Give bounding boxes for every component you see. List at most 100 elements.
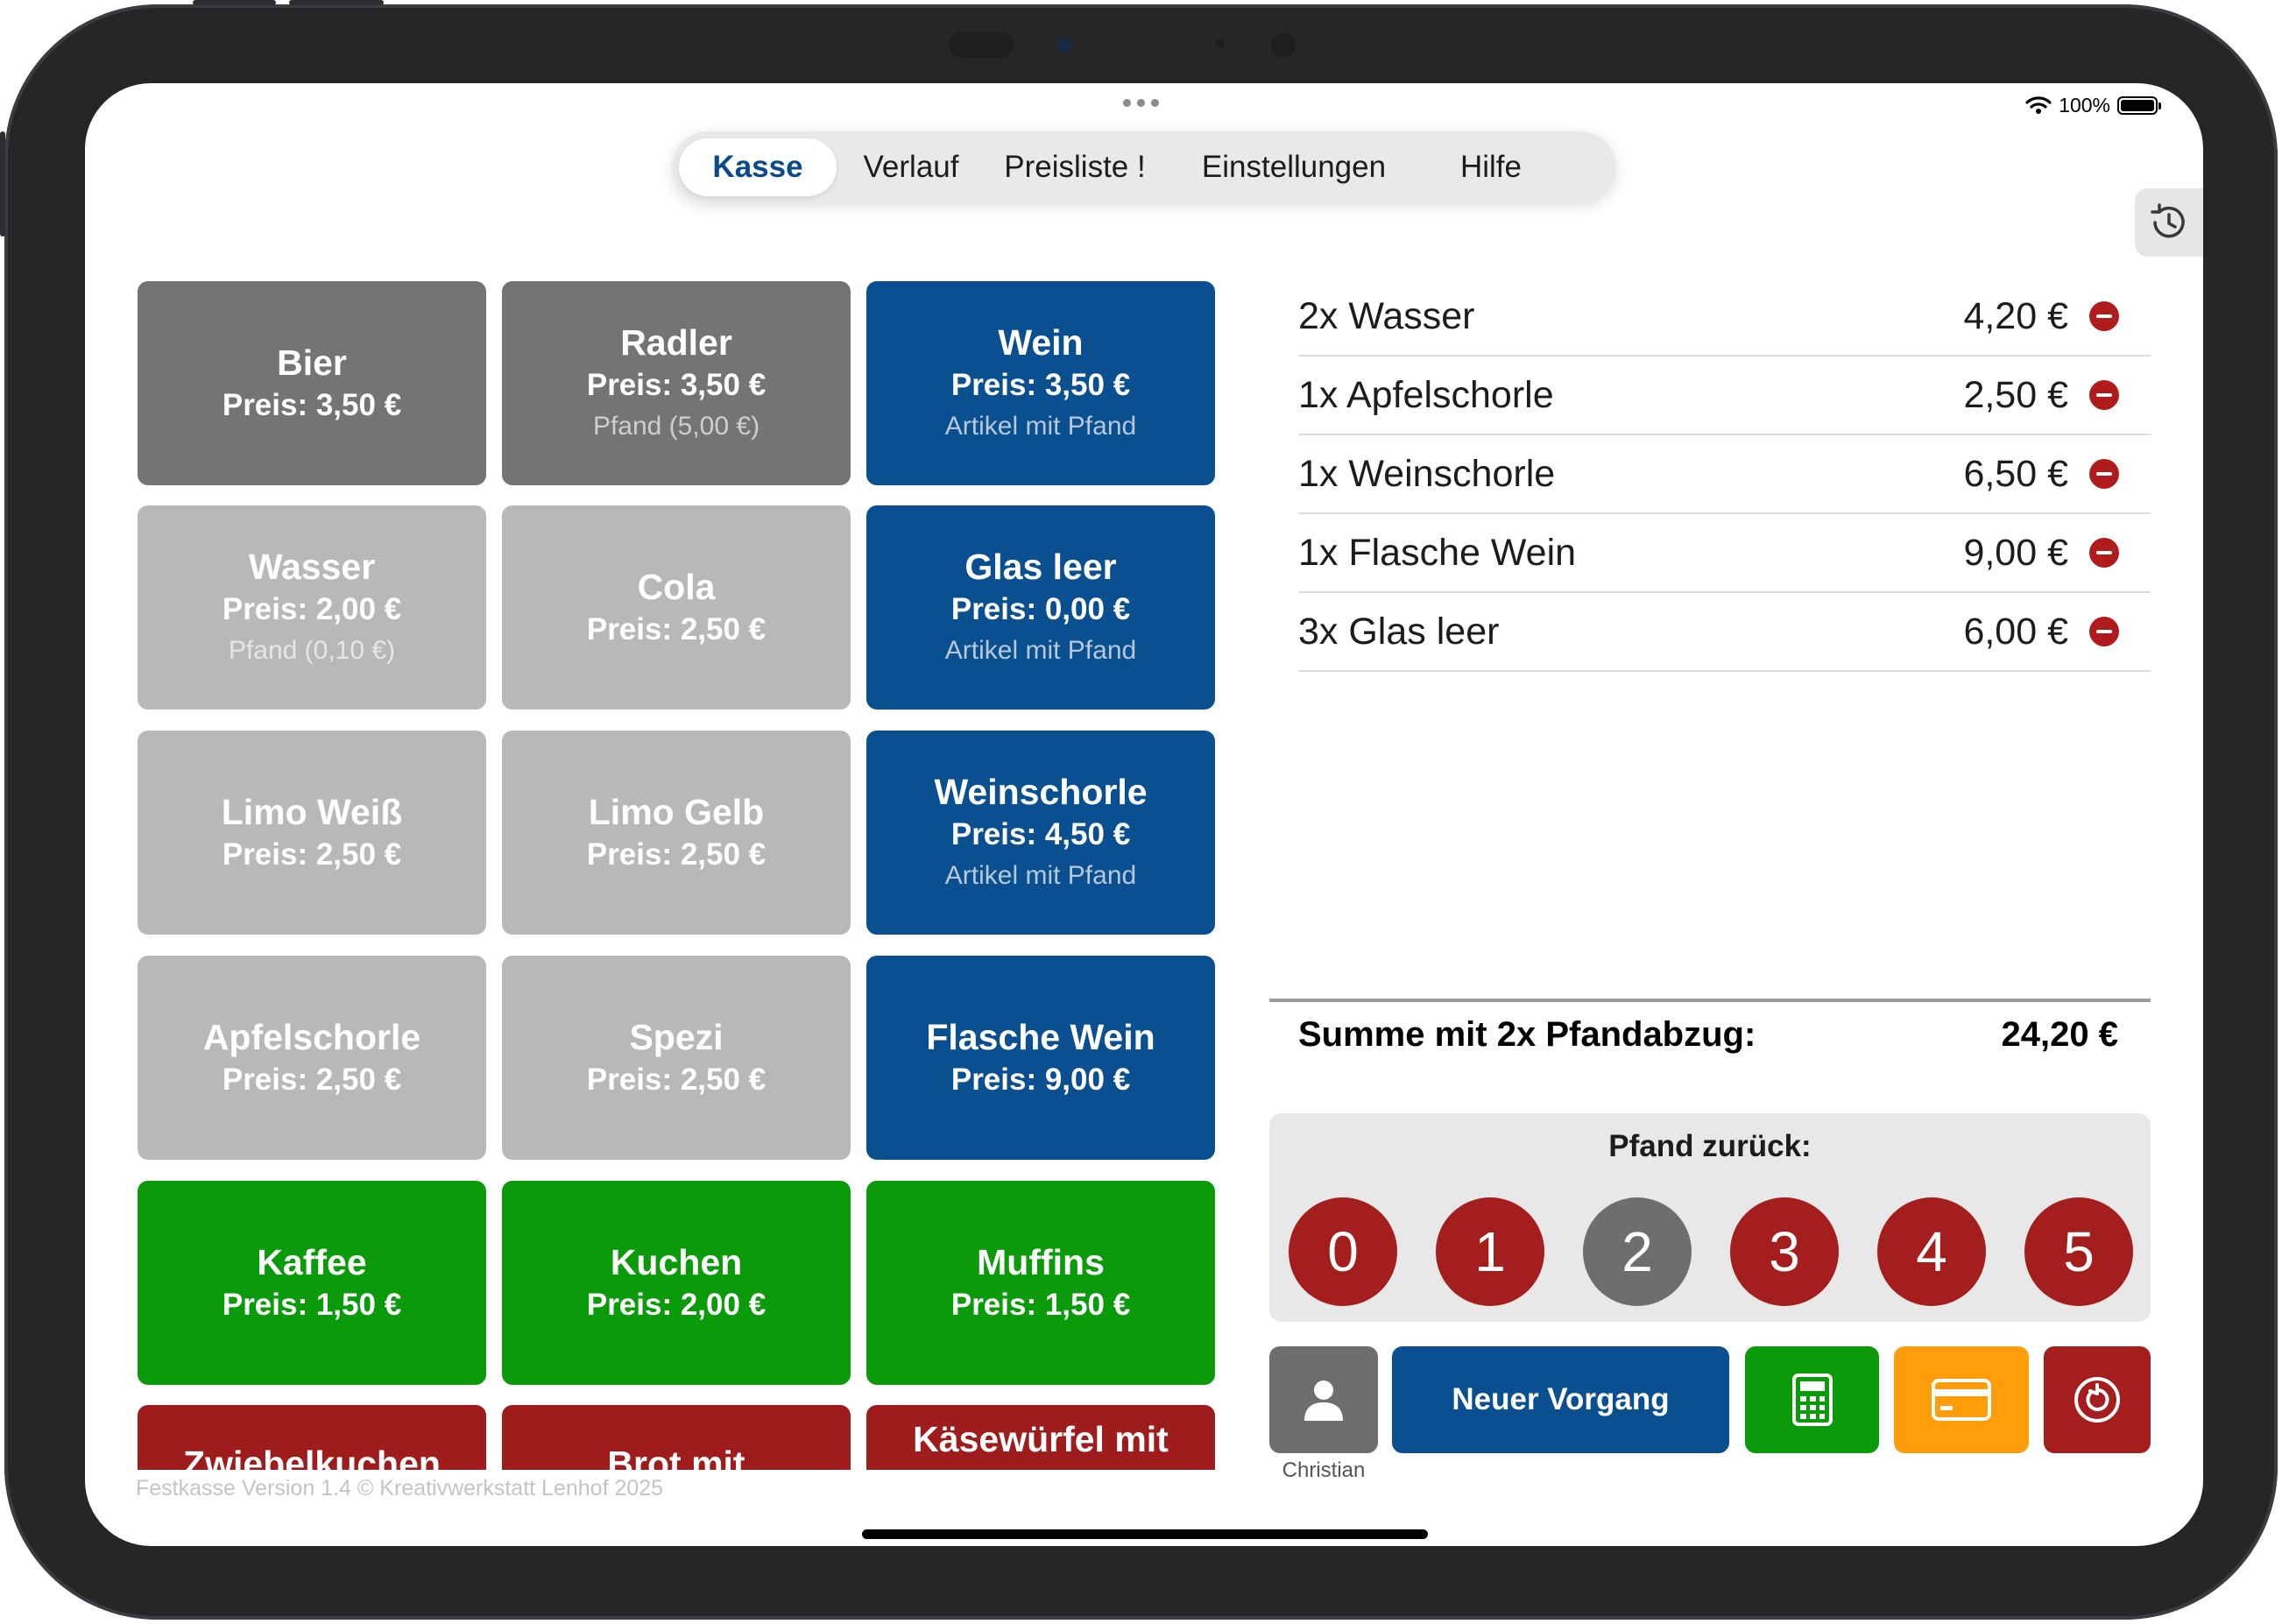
product-price: Preis: 2,50 € (586, 611, 767, 646)
remove-icon[interactable] (2089, 459, 2119, 489)
order-item-price: 6,50 € (1963, 453, 2068, 495)
status-bar: 100% (2025, 92, 2161, 118)
product-tile-brot-mit[interactable]: Brot mit (502, 1405, 851, 1470)
product-price: Preis: 1,50 € (222, 1287, 402, 1322)
product-name: Kuchen (610, 1241, 743, 1282)
deposit-return-panel: Pfand zurück: 0 1 2 3 4 5 (1269, 1113, 2151, 1322)
battery-icon (2117, 95, 2161, 115)
product-tile-kuchen[interactable]: Kuchen Preis: 2,00 € (502, 1181, 851, 1385)
product-grid: Bier Preis: 3,50 € Radler Preis: 3,50 € … (85, 83, 1311, 1470)
credit-card-icon (1932, 1379, 1991, 1421)
product-name: Wasser (248, 546, 376, 587)
product-price: Preis: 2,00 € (586, 1287, 767, 1322)
reset-arrow-icon (2074, 1377, 2120, 1423)
summary-label: Summe mit 2x Pfandabzug: (1298, 1015, 1756, 1054)
product-tile-limo-gelb[interactable]: Limo Gelb Preis: 2,50 € (502, 731, 851, 935)
product-name: Apfelschorle (202, 1016, 421, 1057)
product-tile-cola[interactable]: Cola Preis: 2,50 € (502, 505, 851, 710)
product-tile-wein[interactable]: Wein Preis: 3,50 € Artikel mit Pfand (866, 281, 1215, 485)
order-item-price: 2,50 € (1963, 374, 2068, 416)
product-name: Wein (998, 321, 1084, 363)
history-button[interactable] (2135, 188, 2203, 257)
deposit-count-4-button[interactable]: 4 (1877, 1197, 1986, 1306)
home-indicator[interactable] (862, 1529, 1428, 1539)
product-tile-muffins[interactable]: Muffins Preis: 1,50 € (866, 1181, 1215, 1385)
history-clock-icon (2151, 203, 2185, 238)
new-transaction-button[interactable]: Neuer Vorgang (1392, 1346, 1729, 1453)
remove-icon[interactable] (2089, 301, 2119, 331)
product-price: Preis: 0,00 € (950, 591, 1131, 626)
product-name: Kaffee (257, 1241, 367, 1282)
volume-button (193, 0, 276, 5)
order-item-label: 2x Wasser (1298, 295, 1475, 337)
product-name: Glas leer (964, 546, 1117, 587)
camera-sensor (1271, 33, 1296, 58)
card-payment-button[interactable] (1894, 1346, 2029, 1453)
product-name: Bier (277, 342, 347, 383)
order-item-label: 1x Apfelschorle (1298, 374, 1554, 416)
deposit-count-2-button[interactable]: 2 (1583, 1197, 1692, 1306)
order-row: 2x Wasser 4,20 € (1298, 278, 2151, 357)
user-name-label: Christian (1282, 1458, 1366, 1482)
product-price: Preis: 3,50 € (950, 367, 1131, 402)
product-tile-radler[interactable]: Radler Preis: 3,50 € Pfand (5,00 €) (502, 281, 851, 485)
product-tile-wasser[interactable]: Wasser Preis: 2,00 € Pfand (0,10 €) (138, 505, 486, 710)
product-tile-kaffee[interactable]: Kaffee Preis: 1,50 € (138, 1181, 486, 1385)
product-name: Zwiebelkuchen (183, 1444, 441, 1470)
deposit-count-1-button[interactable]: 1 (1436, 1197, 1544, 1306)
remove-icon[interactable] (2089, 380, 2119, 410)
front-camera (1057, 39, 1071, 53)
remove-icon[interactable] (2089, 617, 2119, 646)
remove-icon[interactable] (2089, 538, 2119, 568)
product-tile-kaesewuerfel-mit[interactable]: Käsewürfel mit (866, 1405, 1215, 1470)
tab-hilfe[interactable]: Hilfe (1430, 138, 1552, 196)
product-name: Käsewürfel mit (913, 1419, 1169, 1459)
product-tile-glas-leer[interactable]: Glas leer Preis: 0,00 € Artikel mit Pfan… (866, 505, 1215, 710)
product-name: Limo Weiß (221, 791, 403, 832)
product-price: Preis: 3,50 € (222, 387, 402, 422)
summary-total: 24,20 € (2001, 1015, 2118, 1054)
camera-sensor (949, 32, 1014, 58)
user-button[interactable] (1269, 1346, 1378, 1453)
product-price: Preis: 2,50 € (586, 1062, 767, 1097)
product-tile-limo-weiss[interactable]: Limo Weiß Preis: 2,50 € (138, 731, 486, 935)
order-row: 1x Apfelschorle 2,50 € (1298, 357, 2151, 435)
product-deposit: Artikel mit Pfand (944, 635, 1137, 665)
product-price: Preis: 1,50 € (950, 1287, 1131, 1322)
deposit-count-0-button[interactable]: 0 (1289, 1197, 1397, 1306)
product-deposit: Artikel mit Pfand (944, 411, 1137, 441)
product-name: Radler (620, 321, 732, 363)
product-name: Flasche Wein (926, 1016, 1155, 1057)
product-name: Spezi (629, 1016, 724, 1057)
product-price: Preis: 3,50 € (586, 367, 767, 402)
order-row: 3x Glas leer 6,00 € (1298, 593, 2151, 672)
product-tile-weinschorle[interactable]: Weinschorle Preis: 4,50 € Artikel mit Pf… (866, 731, 1215, 935)
product-price: Preis: 2,50 € (222, 1062, 402, 1097)
product-name: Limo Gelb (588, 791, 765, 832)
product-price: Preis: 2,50 € (222, 837, 402, 872)
product-tile-zwiebelkuchen[interactable]: Zwiebelkuchen (138, 1405, 486, 1470)
order-item-label: 3x Glas leer (1298, 611, 1500, 653)
product-name: Cola (637, 566, 716, 607)
product-tile-spezi[interactable]: Spezi Preis: 2,50 € (502, 956, 851, 1160)
product-tile-bier[interactable]: Bier Preis: 3,50 € (138, 281, 486, 485)
product-price: Preis: 2,00 € (222, 591, 402, 626)
product-deposit: Pfand (5,00 €) (592, 411, 760, 441)
product-name: Brot mit (607, 1444, 745, 1470)
wifi-icon (2025, 96, 2052, 114)
product-deposit: Artikel mit Pfand (944, 860, 1137, 890)
product-tile-apfelschorle[interactable]: Apfelschorle Preis: 2,50 € (138, 956, 486, 1160)
camera-sensor (1216, 39, 1225, 48)
calculator-button[interactable] (1745, 1346, 1879, 1453)
calculator-icon (1791, 1373, 1833, 1426)
product-name: Weinschorle (934, 771, 1148, 812)
person-icon (1304, 1380, 1343, 1421)
power-button (289, 0, 384, 5)
product-price: Preis: 9,00 € (950, 1062, 1131, 1097)
product-name: Muffins (977, 1241, 1105, 1282)
deposit-count-3-button[interactable]: 3 (1730, 1197, 1839, 1306)
reset-button[interactable] (2044, 1346, 2151, 1453)
order-item-price: 4,20 € (1963, 295, 2068, 337)
product-tile-flasche-wein[interactable]: Flasche Wein Preis: 9,00 € (866, 956, 1215, 1160)
deposit-count-5-button[interactable]: 5 (2024, 1197, 2133, 1306)
